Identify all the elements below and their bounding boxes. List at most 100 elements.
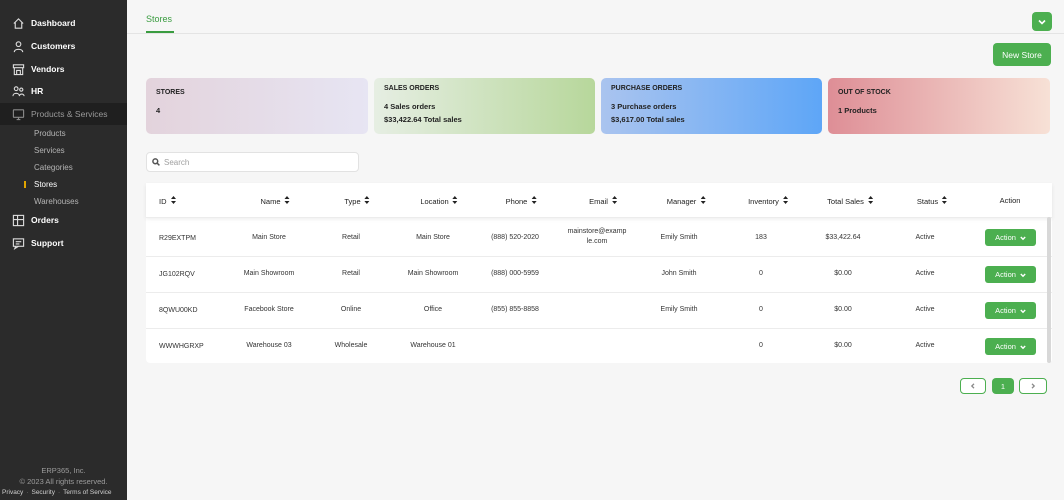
purchase-orders-card: PURCHASE ORDERS 3 Purchase orders $3,617… bbox=[601, 78, 822, 134]
sidebar-subitem-categories[interactable]: Categories bbox=[34, 163, 73, 172]
sort-icon bbox=[284, 196, 290, 206]
cell-id: 8QWU00KD bbox=[159, 307, 198, 314]
column-header-manager[interactable]: Manager bbox=[667, 196, 706, 206]
sidebar-subitem-services[interactable]: Services bbox=[34, 146, 65, 155]
action-button[interactable]: Action bbox=[985, 266, 1036, 283]
sort-icon bbox=[531, 196, 537, 206]
cell-id: R29EXTPM bbox=[159, 235, 196, 242]
column-header-email[interactable]: Email bbox=[589, 196, 617, 206]
cell-type: Wholesale bbox=[334, 342, 368, 349]
stores-card: STORES 4 bbox=[146, 78, 368, 134]
column-header-total-sales[interactable]: Total Sales bbox=[827, 196, 873, 206]
sidebar-item-support[interactable]: Support bbox=[0, 232, 127, 254]
sidebar-item-customers[interactable]: Customers bbox=[0, 35, 127, 57]
sidebar-subitem-warehouses[interactable]: Warehouses bbox=[34, 197, 79, 206]
sidebar-subitem-products[interactable]: Products bbox=[34, 129, 66, 138]
new-store-button[interactable]: New Store bbox=[993, 43, 1051, 66]
cell-type: Online bbox=[340, 306, 362, 313]
column-header-id[interactable]: ID bbox=[159, 196, 176, 206]
action-button[interactable]: Action bbox=[985, 229, 1036, 246]
search-input[interactable] bbox=[164, 157, 354, 167]
chevron-down-icon bbox=[1020, 309, 1026, 313]
privacy-link[interactable]: Privacy bbox=[2, 489, 23, 496]
sidebar-item-label: Dashboard bbox=[31, 18, 76, 28]
pagination-page-button[interactable]: 1 bbox=[992, 378, 1014, 394]
tab-stores[interactable]: Stores bbox=[146, 14, 172, 24]
chevron-right-icon bbox=[1031, 383, 1036, 389]
sidebar-item-label: Orders bbox=[31, 215, 59, 225]
pagination-prev-button[interactable] bbox=[960, 378, 986, 394]
cell-inventory: 0 bbox=[759, 342, 763, 349]
chevron-down-icon bbox=[1038, 19, 1046, 25]
column-header-location[interactable]: Location bbox=[420, 196, 458, 206]
sidebar-item-dashboard[interactable]: Dashboard bbox=[0, 12, 127, 34]
sort-icon bbox=[700, 196, 706, 206]
cell-manager: John Smith bbox=[661, 270, 697, 277]
cell-inventory: 0 bbox=[759, 270, 763, 277]
table-scrollbar[interactable] bbox=[1047, 217, 1051, 363]
table-header: ID Name Type Location Phone Email Manage… bbox=[146, 183, 1052, 217]
header-divider bbox=[127, 33, 1064, 34]
action-button[interactable]: Action bbox=[985, 302, 1036, 319]
sidebar-item-hr[interactable]: HR bbox=[0, 80, 127, 102]
home-icon bbox=[11, 16, 25, 30]
monitor-icon bbox=[11, 107, 25, 121]
card-title: SALES ORDERS bbox=[384, 85, 440, 92]
sidebar-subitem-stores[interactable]: Stores bbox=[34, 180, 57, 189]
footer-company: ERP365, Inc. bbox=[41, 466, 86, 475]
stores-table: ID Name Type Location Phone Email Manage… bbox=[146, 183, 1052, 363]
active-indicator bbox=[24, 181, 26, 188]
column-header-action: Action bbox=[999, 196, 1021, 205]
chevron-down-icon bbox=[1020, 236, 1026, 240]
sort-icon bbox=[867, 196, 873, 206]
separator: · bbox=[26, 489, 29, 496]
column-header-status[interactable]: Status bbox=[917, 196, 948, 206]
cell-total-sales: $0.00 bbox=[834, 306, 852, 313]
separator: · bbox=[57, 489, 61, 496]
terms-link[interactable]: Terms of Service bbox=[63, 489, 111, 496]
sort-icon bbox=[782, 196, 788, 206]
cell-status: Active bbox=[915, 342, 935, 349]
sort-icon bbox=[364, 196, 370, 206]
sales-orders-card: SALES ORDERS 4 Sales orders $33,422.64 T… bbox=[374, 78, 595, 134]
sidebar-item-orders[interactable]: Orders bbox=[0, 209, 127, 231]
chevron-left-icon bbox=[970, 383, 975, 389]
card-value: 4 bbox=[156, 106, 161, 115]
sort-icon bbox=[611, 196, 617, 206]
card-value: 1 Products bbox=[838, 106, 877, 115]
sort-icon bbox=[942, 196, 948, 206]
search-box bbox=[146, 152, 359, 172]
card-subvalue: $33,422.64 Total sales bbox=[384, 115, 462, 124]
cell-id: JG102RQV bbox=[159, 271, 195, 278]
cell-id: WWWHGRXP bbox=[159, 343, 204, 350]
sidebar-item-vendors[interactable]: Vendors bbox=[0, 58, 127, 80]
storefront-icon bbox=[11, 62, 25, 76]
user-menu-button[interactable] bbox=[1032, 12, 1052, 31]
card-title: STORES bbox=[156, 89, 185, 96]
sidebar-item-label: HR bbox=[31, 86, 44, 96]
cell-total-sales: $0.00 bbox=[834, 270, 852, 277]
out-of-stock-card: OUT OF STOCK 1 Products bbox=[828, 78, 1050, 134]
cell-status: Active bbox=[915, 234, 935, 241]
search-icon bbox=[152, 158, 160, 166]
sidebar-item-products-services[interactable]: Products & Services bbox=[0, 103, 127, 125]
security-link[interactable]: Security bbox=[31, 489, 54, 496]
sort-icon bbox=[452, 196, 458, 206]
cell-location: Main Store bbox=[416, 234, 450, 241]
cell-total-sales: $33,422.64 bbox=[825, 234, 861, 241]
cell-manager: Emily Smith bbox=[660, 234, 698, 241]
column-header-name[interactable]: Name bbox=[260, 196, 290, 206]
action-button[interactable]: Action bbox=[985, 338, 1036, 355]
sidebar-item-label: Support bbox=[31, 238, 64, 248]
column-header-inventory[interactable]: Inventory bbox=[748, 196, 788, 206]
cell-name: Warehouse 03 bbox=[246, 342, 292, 349]
chevron-down-icon bbox=[1020, 345, 1026, 349]
pagination-next-button[interactable] bbox=[1019, 378, 1047, 394]
cell-email: mainstore@example.com bbox=[567, 228, 627, 245]
cell-inventory: 183 bbox=[755, 234, 767, 241]
column-header-type[interactable]: Type bbox=[344, 196, 370, 206]
sidebar-item-label: Products & Services bbox=[31, 109, 108, 119]
cell-manager: Emily Smith bbox=[660, 306, 698, 313]
column-header-phone[interactable]: Phone bbox=[506, 196, 537, 206]
table-row: 8QWU00KD Facebook Store Online Office (8… bbox=[146, 292, 1052, 328]
